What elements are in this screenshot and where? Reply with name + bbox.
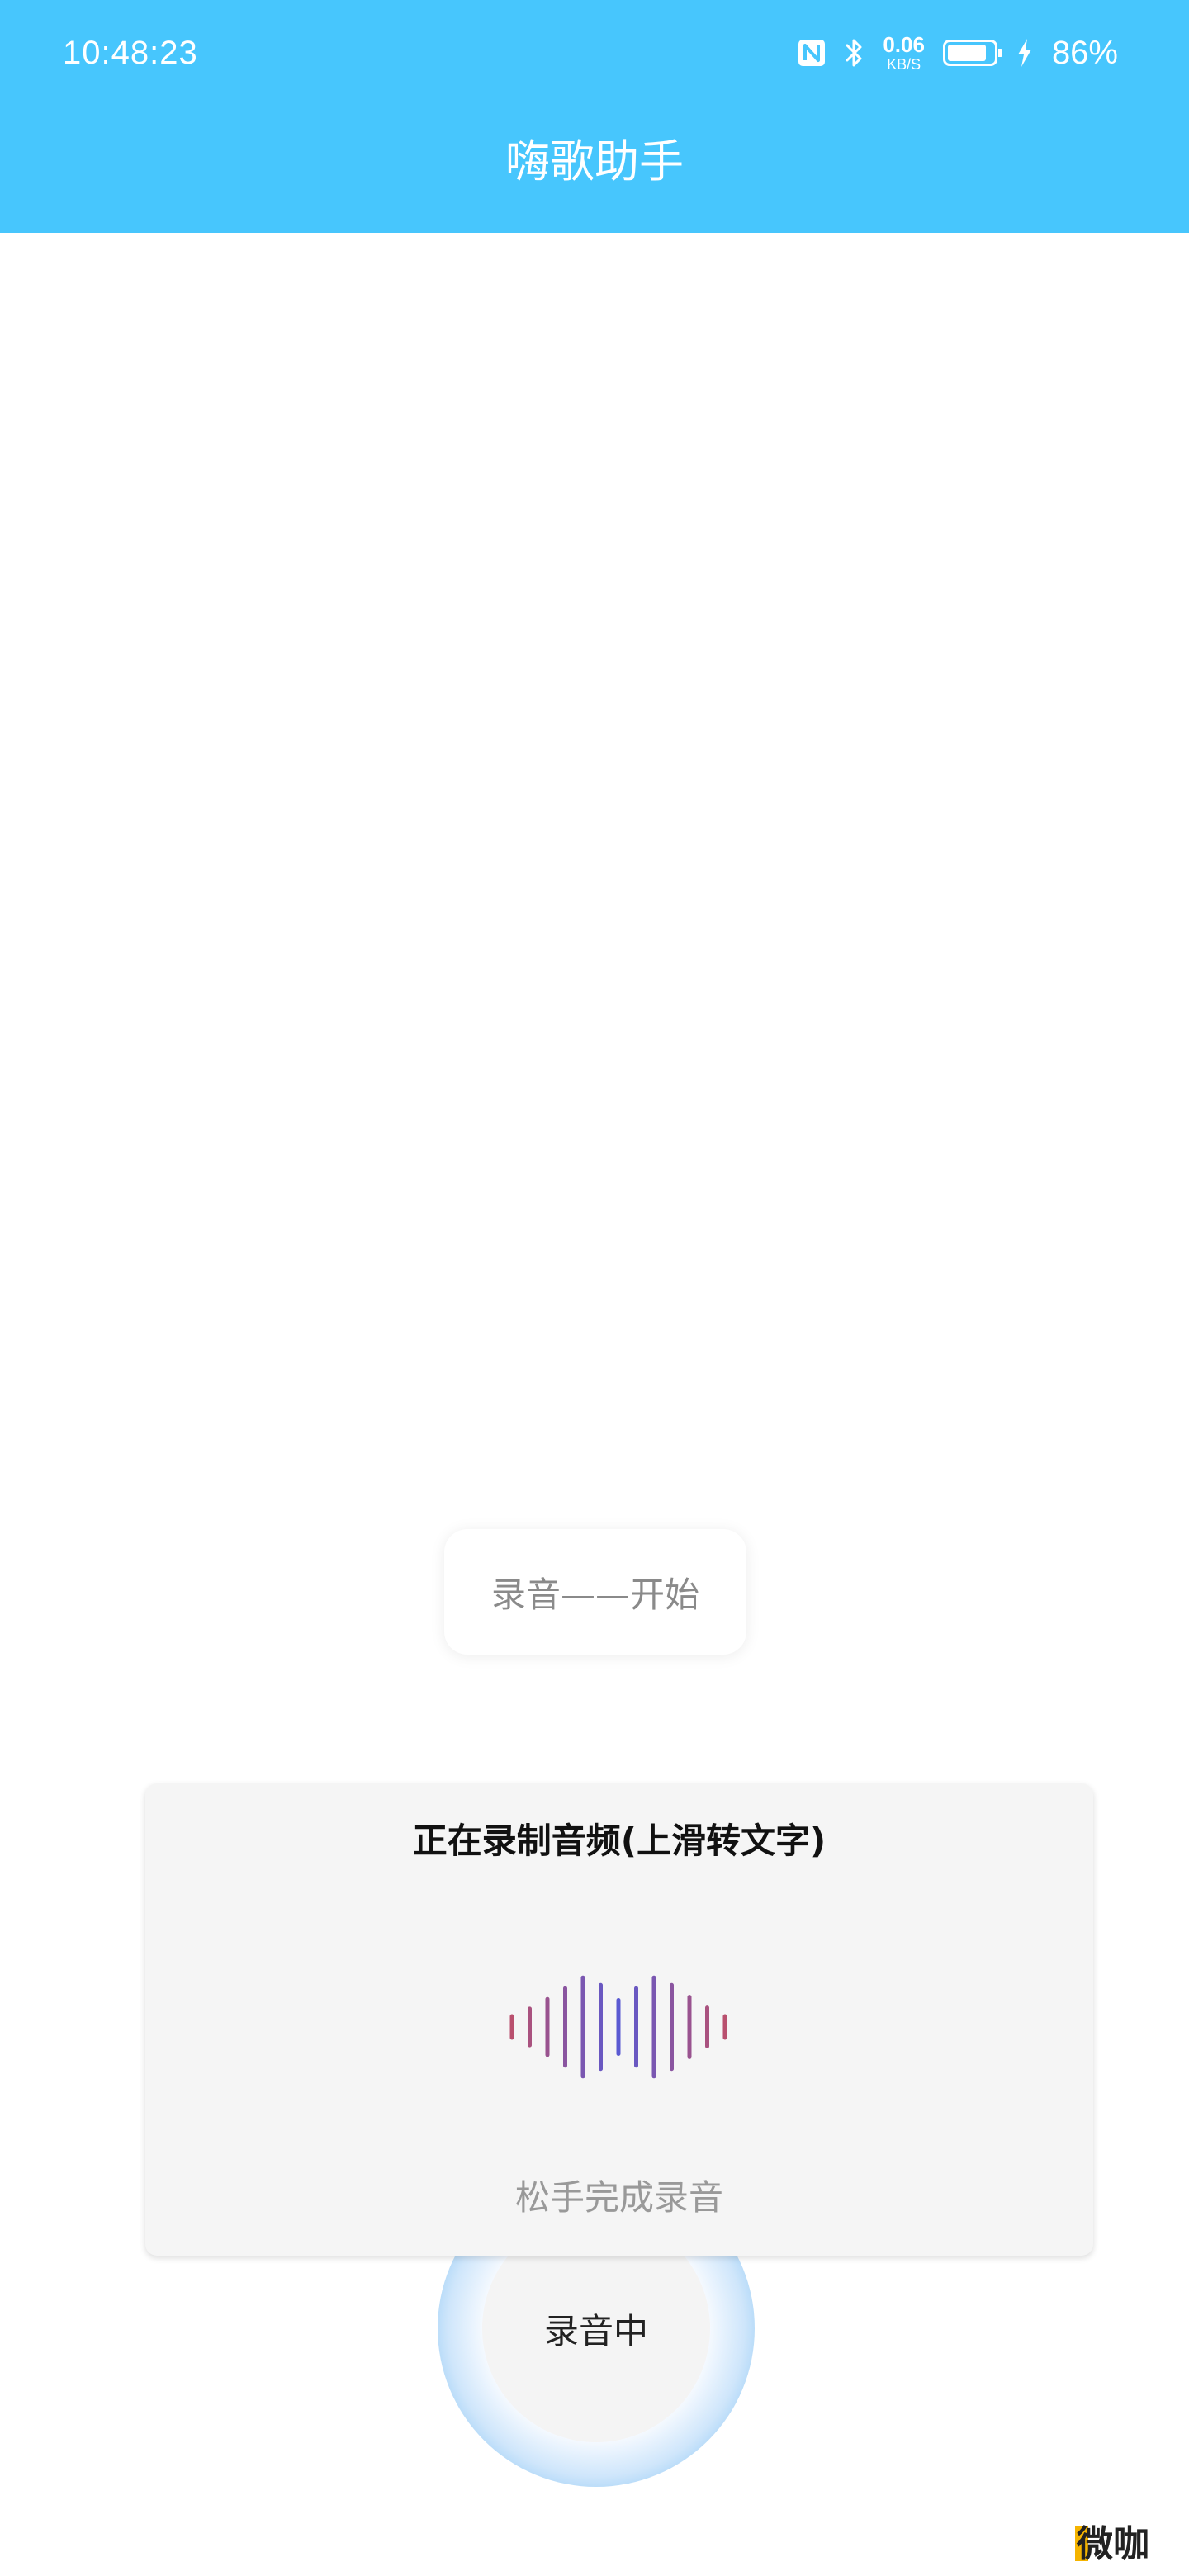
waveform-icon [504, 1973, 735, 2081]
network-speed-value: 0.06 [883, 32, 925, 57]
bluetooth-icon [845, 36, 865, 69]
charging-icon [1016, 37, 1034, 69]
nfc-icon [797, 38, 827, 68]
app-header: 10:48:23 0.06 KB/S 86% 嗨歌助手 [0, 0, 1189, 233]
battery-percent: 86% [1051, 34, 1118, 71]
battery-icon [942, 40, 1002, 66]
page-title: 嗨歌助手 [505, 135, 684, 187]
recording-panel: 正在录制音频(上滑转文字) 松手完成录音 [145, 1783, 1093, 2256]
record-start-pill[interactable]: 录音——开始 [444, 1529, 746, 1655]
network-speed-unit: KB/S [887, 56, 921, 73]
recording-title: 正在录制音频(上滑转文字) [412, 1821, 827, 1861]
status-time: 10:48:23 [63, 35, 198, 71]
status-icons: 0.06 KB/S 86% [797, 30, 1118, 76]
watermark-logo: 微咖 [1075, 2520, 1149, 2569]
network-speed: 0.06 KB/S [883, 34, 925, 72]
release-hint: 松手完成录音 [514, 2177, 723, 2218]
battery-fill [947, 45, 986, 61]
